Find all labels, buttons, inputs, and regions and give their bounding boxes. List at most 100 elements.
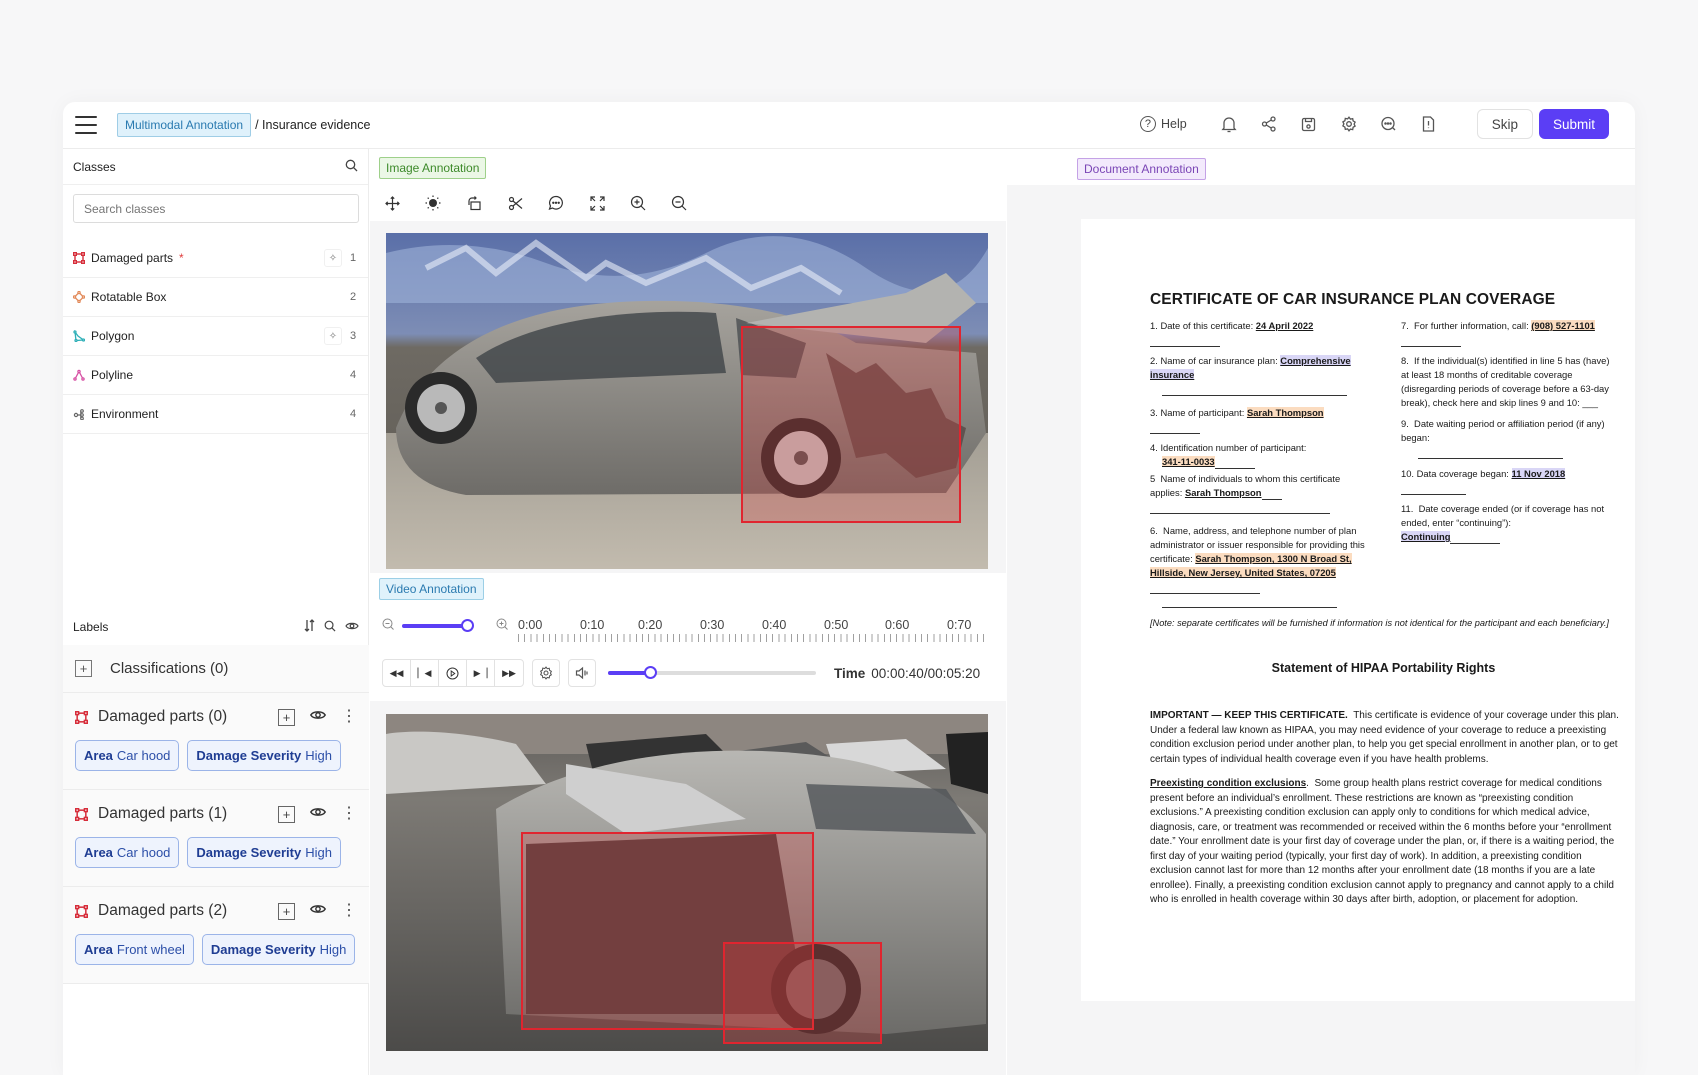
document-page[interactable]: CERTIFICATE OF CAR INSURANCE PLAN COVERA… (1081, 219, 1635, 1001)
timeline-ruler[interactable]: 0:00 0:10 0:20 0:30 0:40 0:50 0:60 0:70 (518, 618, 998, 646)
timeline-zoom-in-icon[interactable] (496, 617, 508, 635)
add-attribute-icon[interactable]: + (278, 805, 295, 823)
add-classification-icon[interactable]: + (75, 660, 92, 677)
chip-key: Damage Severity (210, 942, 316, 957)
document-left-column: 1. Date of this certificate: 24 April 20… (1150, 319, 1370, 615)
class-item-polyline[interactable]: Polyline 4 (63, 356, 368, 395)
video-frame-canvas[interactable] (386, 714, 988, 1051)
attribute-chip[interactable]: Area Front wheel (75, 934, 194, 965)
add-attribute-icon[interactable]: + (278, 902, 295, 920)
volume-slider[interactable] (608, 666, 816, 679)
image-annotation-tag[interactable]: Image Annotation (379, 157, 487, 179)
classifications-label: Classifications (0) (110, 660, 229, 677)
magic-wand-icon[interactable]: ✧ (324, 249, 342, 267)
submit-button[interactable]: Submit (1538, 109, 1609, 139)
zoom-out-icon[interactable] (669, 193, 689, 213)
attribute-chip[interactable]: Damage Severity High (201, 934, 356, 965)
breadcrumb-project[interactable]: Multimodal Annotation (117, 113, 252, 137)
sort-icon[interactable] (304, 619, 315, 635)
bounding-box-annotation[interactable] (741, 326, 961, 523)
video-annotation-tag[interactable]: Video Annotation (379, 578, 484, 600)
more-options-icon[interactable]: ⋮ (341, 709, 357, 725)
chip-key: Area (84, 748, 113, 763)
magic-wand-icon[interactable]: ✧ (324, 327, 342, 345)
settings-icon[interactable] (1339, 114, 1359, 134)
classification-icon (73, 408, 85, 420)
skip-button[interactable]: Skip (1476, 109, 1533, 139)
search-classes-input[interactable] (73, 194, 359, 223)
playback-settings-icon[interactable] (532, 659, 560, 687)
timeline-zoom (382, 617, 508, 635)
attribute-chip[interactable]: Damage Severity High (187, 837, 341, 868)
save-icon[interactable] (1299, 114, 1319, 134)
chip-value: Car hood (116, 845, 171, 860)
scissors-icon[interactable] (505, 193, 525, 213)
highlighted-value[interactable]: (908) 527-1101 (1531, 320, 1595, 331)
hamburger-menu-icon[interactable] (75, 116, 97, 134)
visibility-icon[interactable] (345, 620, 359, 634)
timeline-zoom-slider[interactable] (402, 619, 474, 632)
brightness-icon[interactable] (423, 193, 443, 213)
more-options-icon[interactable]: ⋮ (341, 806, 357, 822)
rotate-icon[interactable] (464, 193, 484, 213)
fullscreen-icon[interactable] (587, 193, 607, 213)
classifications-row[interactable]: + Classifications (0) (63, 645, 369, 693)
field-value[interactable]: 24 April 2022 (1256, 320, 1314, 331)
highlighted-value[interactable]: Continuing (1401, 531, 1451, 542)
share-icon[interactable] (1259, 114, 1279, 134)
attribute-chip[interactable]: Area Car hood (75, 837, 180, 868)
important-paragraph: IMPORTANT — KEEP THIS CERTIFICATE. This … (1150, 709, 1620, 767)
class-item-rotatable-box[interactable]: Rotatable Box 2 (63, 278, 368, 317)
field-value[interactable]: Sarah Thompson (1185, 487, 1262, 498)
search-classes-icon[interactable] (345, 159, 358, 175)
class-item-polygon[interactable]: Polygon ✧ 3 (63, 317, 368, 356)
highlighted-value[interactable]: 341-11-0033 (1162, 456, 1215, 467)
search-labels-icon[interactable] (324, 620, 336, 635)
move-icon[interactable] (382, 193, 402, 213)
class-item-environment[interactable]: Environment 4 (63, 395, 368, 434)
zoom-in-icon[interactable] (628, 193, 648, 213)
slider-knob[interactable] (461, 619, 474, 632)
comment-icon[interactable] (546, 193, 566, 213)
previous-frame-icon[interactable]: ▏◀ (411, 660, 439, 686)
labels-header: Labels (63, 609, 369, 645)
class-list: Damaged parts * ✧ 1 Rotatable Box 2 Poly… (63, 239, 368, 434)
playback-controls: ◀◀ ▏◀ ▶▕ ▶▶ Time 00:00:40/00:05:20 (382, 659, 980, 687)
document-annotation-tag[interactable]: Document Annotation (1077, 158, 1206, 180)
visibility-icon[interactable] (309, 902, 327, 920)
timeline-zoom-out-icon[interactable] (382, 617, 394, 635)
report-icon[interactable] (1419, 114, 1439, 134)
label-group[interactable]: Damaged parts (2) + ⋮ Area Front wheel Da… (63, 887, 369, 984)
help-button[interactable]: ? Help (1139, 116, 1187, 132)
attribute-chip[interactable]: Damage Severity High (187, 740, 341, 771)
attribute-chip[interactable]: Area Car hood (75, 740, 180, 771)
highlighted-value[interactable]: 11 Nov 2018 (1511, 468, 1566, 479)
label-group[interactable]: Damaged parts (0) + ⋮ Area Car hood Damag… (63, 693, 369, 790)
visibility-icon[interactable] (309, 805, 327, 823)
highlighted-value[interactable]: Sarah Thompson (1246, 407, 1324, 418)
media-panel: Image Annotation Video Annotation 0:00 0… (370, 149, 1006, 1075)
play-icon[interactable] (439, 660, 467, 686)
visibility-icon[interactable] (309, 708, 327, 726)
chat-icon[interactable] (1379, 114, 1399, 134)
next-frame-icon[interactable]: ▶▕ (467, 660, 495, 686)
slider-knob[interactable] (643, 666, 657, 679)
document-field: 1. Date of this certificate: 24 April 20… (1150, 319, 1370, 347)
image-canvas[interactable] (386, 233, 988, 569)
fast-forward-icon[interactable]: ▶▶ (495, 660, 523, 686)
label-group[interactable]: Damaged parts (1) + ⋮ Area Car hood Damag… (63, 790, 369, 887)
bell-icon[interactable] (1219, 114, 1239, 134)
bounding-box-annotation[interactable] (723, 942, 882, 1044)
paragraph-lead: IMPORTANT — KEEP THIS CERTIFICATE. (1150, 710, 1348, 721)
add-attribute-icon[interactable]: + (278, 708, 295, 726)
video-controls-panel: Video Annotation 0:00 0:10 0:20 0:30 0:4… (370, 573, 1006, 701)
volume-icon[interactable] (568, 659, 596, 687)
bounding-box-icon (75, 710, 88, 724)
class-item-damaged-parts[interactable]: Damaged parts * ✧ 1 (63, 239, 368, 278)
rewind-icon[interactable]: ◀◀ (383, 660, 411, 686)
more-options-icon[interactable]: ⋮ (341, 903, 357, 919)
bounding-box-icon (75, 807, 88, 821)
class-hotkey: 4 (349, 369, 357, 381)
chip-value: Front wheel (116, 942, 185, 957)
document-field: 7. For further information, call: (908) … (1401, 319, 1616, 347)
